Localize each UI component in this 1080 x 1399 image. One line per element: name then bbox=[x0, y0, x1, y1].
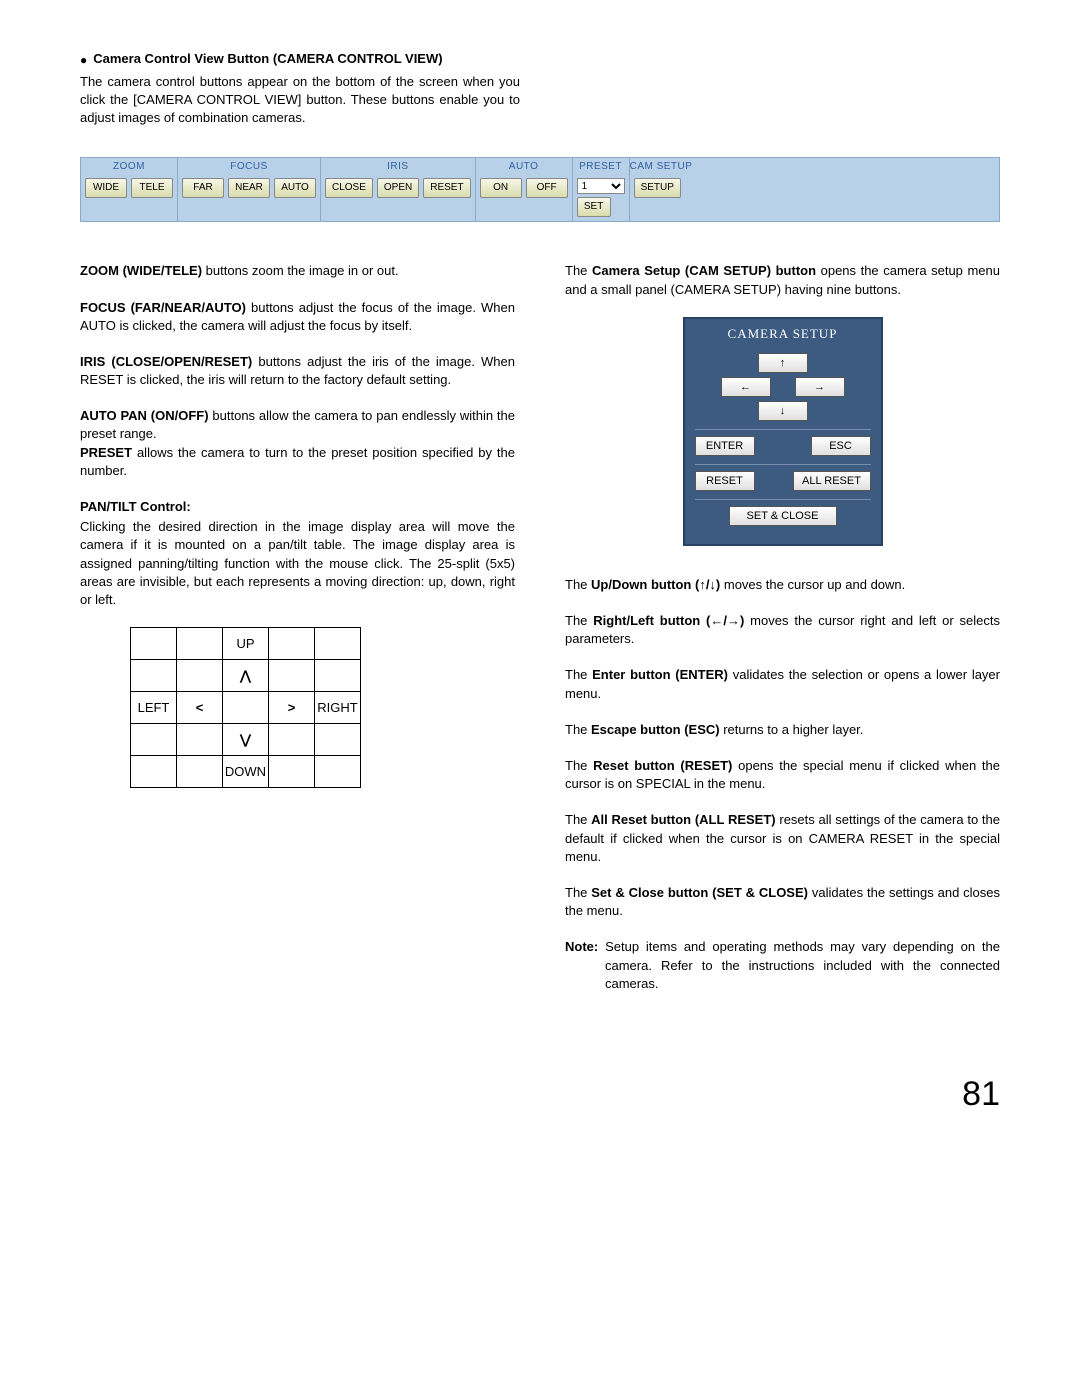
enter-pre: The bbox=[565, 667, 592, 682]
setclose-label: Set & Close button (SET & CLOSE) bbox=[591, 885, 808, 900]
focus-group: FOCUS FAR NEAR AUTO bbox=[178, 158, 321, 221]
updown-para: The Up/Down button (↑/↓) moves the curso… bbox=[565, 576, 1000, 594]
enter-label: Enter button (ENTER) bbox=[592, 667, 728, 682]
allreset-pre: The bbox=[565, 812, 591, 827]
panel-enter-button[interactable]: ENTER bbox=[695, 436, 755, 456]
pantilt-text: Clicking the desired direction in the im… bbox=[80, 518, 515, 609]
panel-down-button[interactable]: ↓ bbox=[758, 401, 808, 421]
iris-label: IRIS (CLOSE/OPEN/RESET) bbox=[80, 354, 252, 369]
focus-auto-button[interactable]: AUTO bbox=[274, 178, 316, 198]
tele-button[interactable]: TELE bbox=[131, 178, 173, 198]
zoom-header: ZOOM bbox=[81, 158, 177, 176]
panel-allreset-button[interactable]: ALL RESET bbox=[793, 471, 871, 491]
arrow-down-icon: ⋁ bbox=[223, 724, 269, 756]
rightleft-pre: The bbox=[565, 613, 593, 628]
grid-left-label: LEFT bbox=[131, 692, 177, 724]
updown-pre: The bbox=[565, 577, 591, 592]
reset-pre: The bbox=[565, 758, 593, 773]
zoom-label: ZOOM (WIDE/TELE) bbox=[80, 263, 202, 278]
note-label: Note: bbox=[565, 939, 598, 954]
setclose-pre: The bbox=[565, 885, 591, 900]
bullet-icon: ● bbox=[80, 52, 87, 69]
section-heading: ● Camera Control View Button (CAMERA CON… bbox=[80, 50, 1000, 69]
panel-left-button[interactable]: ← bbox=[721, 377, 771, 397]
grid-up-label: UP bbox=[223, 628, 269, 660]
panel-title: CAMERA SETUP bbox=[695, 325, 871, 343]
panel-setclose-button[interactable]: SET & CLOSE bbox=[729, 506, 837, 526]
allreset-label: All Reset button (ALL RESET) bbox=[591, 812, 775, 827]
autopan-label: AUTO PAN (ON/OFF) bbox=[80, 408, 209, 423]
zoom-para: ZOOM (WIDE/TELE) buttons zoom the image … bbox=[80, 262, 515, 280]
camsetup-intro: The Camera Setup (CAM SETUP) button open… bbox=[565, 262, 1000, 298]
camera-setup-panel: CAMERA SETUP ↑ ← → ↓ ENTER ESC RESET ALL… bbox=[683, 317, 883, 546]
arrow-up-icon: ⋀ bbox=[223, 660, 269, 692]
enter-para: The Enter button (ENTER) validates the s… bbox=[565, 666, 1000, 702]
pan-tilt-grid: UP ⋀ LEFT < > RIGHT ⋁ DOWN bbox=[130, 627, 361, 788]
rightleft-para: The Right/Left button (←/→) moves the cu… bbox=[565, 612, 1000, 648]
preset-header: PRESET bbox=[573, 158, 629, 176]
camsetup-pre: The bbox=[565, 263, 592, 278]
escape-pre: The bbox=[565, 722, 591, 737]
panel-right-button[interactable]: → bbox=[795, 377, 845, 397]
preset-select[interactable]: 1 bbox=[577, 178, 625, 194]
escape-label: Escape button (ESC) bbox=[591, 722, 720, 737]
left-column: ZOOM (WIDE/TELE) buttons zoom the image … bbox=[80, 262, 515, 1011]
focus-para: FOCUS (FAR/NEAR/AUTO) buttons adjust the… bbox=[80, 299, 515, 335]
preset-group: PRESET 1 SET bbox=[573, 158, 630, 221]
preset-para: PRESET allows the camera to turn to the … bbox=[80, 444, 515, 480]
iris-para: IRIS (CLOSE/OPEN/RESET) buttons adjust t… bbox=[80, 353, 515, 389]
updown-label: Up/Down button (↑/↓) bbox=[591, 577, 720, 592]
heading-text: Camera Control View Button (CAMERA CONTR… bbox=[93, 50, 442, 68]
updown-post: moves the cursor up and down. bbox=[720, 577, 905, 592]
reset-label: Reset button (RESET) bbox=[593, 758, 732, 773]
reset-button[interactable]: RESET bbox=[423, 178, 470, 198]
on-button[interactable]: ON bbox=[480, 178, 522, 198]
arrow-right-icon: > bbox=[269, 692, 315, 724]
allreset-para: The All Reset button (ALL RESET) resets … bbox=[565, 811, 1000, 866]
autopan-group: AUTO ON OFF bbox=[476, 158, 573, 221]
panel-up-button[interactable]: ↑ bbox=[758, 353, 808, 373]
rightleft-label: Right/Left button (←/→) bbox=[593, 613, 744, 628]
panel-esc-button[interactable]: ESC bbox=[811, 436, 871, 456]
zoom-text: buttons zoom the image in or out. bbox=[202, 263, 399, 278]
wide-button[interactable]: WIDE bbox=[85, 178, 127, 198]
autopan-para: AUTO PAN (ON/OFF) buttons allow the came… bbox=[80, 407, 515, 443]
setup-button[interactable]: SETUP bbox=[634, 178, 681, 198]
panel-reset-button[interactable]: RESET bbox=[695, 471, 755, 491]
escape-para: The Escape button (ESC) returns to a hig… bbox=[565, 721, 1000, 739]
camera-control-bar: ZOOM WIDE TELE FOCUS FAR NEAR AUTO IRIS … bbox=[80, 157, 1000, 222]
autopan-header: AUTO bbox=[476, 158, 572, 176]
page-number: 81 bbox=[80, 1071, 1000, 1119]
preset-label: PRESET bbox=[80, 445, 132, 460]
camsetup-header: CAM SETUP bbox=[630, 158, 693, 176]
intro-paragraph: The camera control buttons appear on the… bbox=[80, 73, 520, 128]
grid-right-label: RIGHT bbox=[315, 692, 361, 724]
camsetup-group: CAM SETUP SETUP bbox=[630, 158, 693, 221]
off-button[interactable]: OFF bbox=[526, 178, 568, 198]
iris-group: IRIS CLOSE OPEN RESET bbox=[321, 158, 476, 221]
reset-para: The Reset button (RESET) opens the speci… bbox=[565, 757, 1000, 793]
open-button[interactable]: OPEN bbox=[377, 178, 419, 198]
far-button[interactable]: FAR bbox=[182, 178, 224, 198]
iris-header: IRIS bbox=[321, 158, 475, 176]
near-button[interactable]: NEAR bbox=[228, 178, 270, 198]
focus-label: FOCUS (FAR/NEAR/AUTO) bbox=[80, 300, 246, 315]
pantilt-heading: PAN/TILT Control: bbox=[80, 498, 515, 516]
arrow-left-icon: < bbox=[177, 692, 223, 724]
escape-post: returns to a higher layer. bbox=[720, 722, 864, 737]
camsetup-label: Camera Setup (CAM SETUP) button bbox=[592, 263, 816, 278]
close-button[interactable]: CLOSE bbox=[325, 178, 373, 198]
note-para: Note: Setup items and operating methods … bbox=[565, 938, 1000, 993]
right-column: The Camera Setup (CAM SETUP) button open… bbox=[565, 262, 1000, 1011]
preset-text: allows the camera to turn to the preset … bbox=[80, 445, 515, 478]
note-text: Setup items and operating methods may va… bbox=[598, 939, 1000, 990]
setclose-para: The Set & Close button (SET & CLOSE) val… bbox=[565, 884, 1000, 920]
grid-down-label: DOWN bbox=[223, 756, 269, 788]
focus-header: FOCUS bbox=[178, 158, 320, 176]
set-button[interactable]: SET bbox=[577, 197, 611, 217]
zoom-group: ZOOM WIDE TELE bbox=[81, 158, 178, 221]
